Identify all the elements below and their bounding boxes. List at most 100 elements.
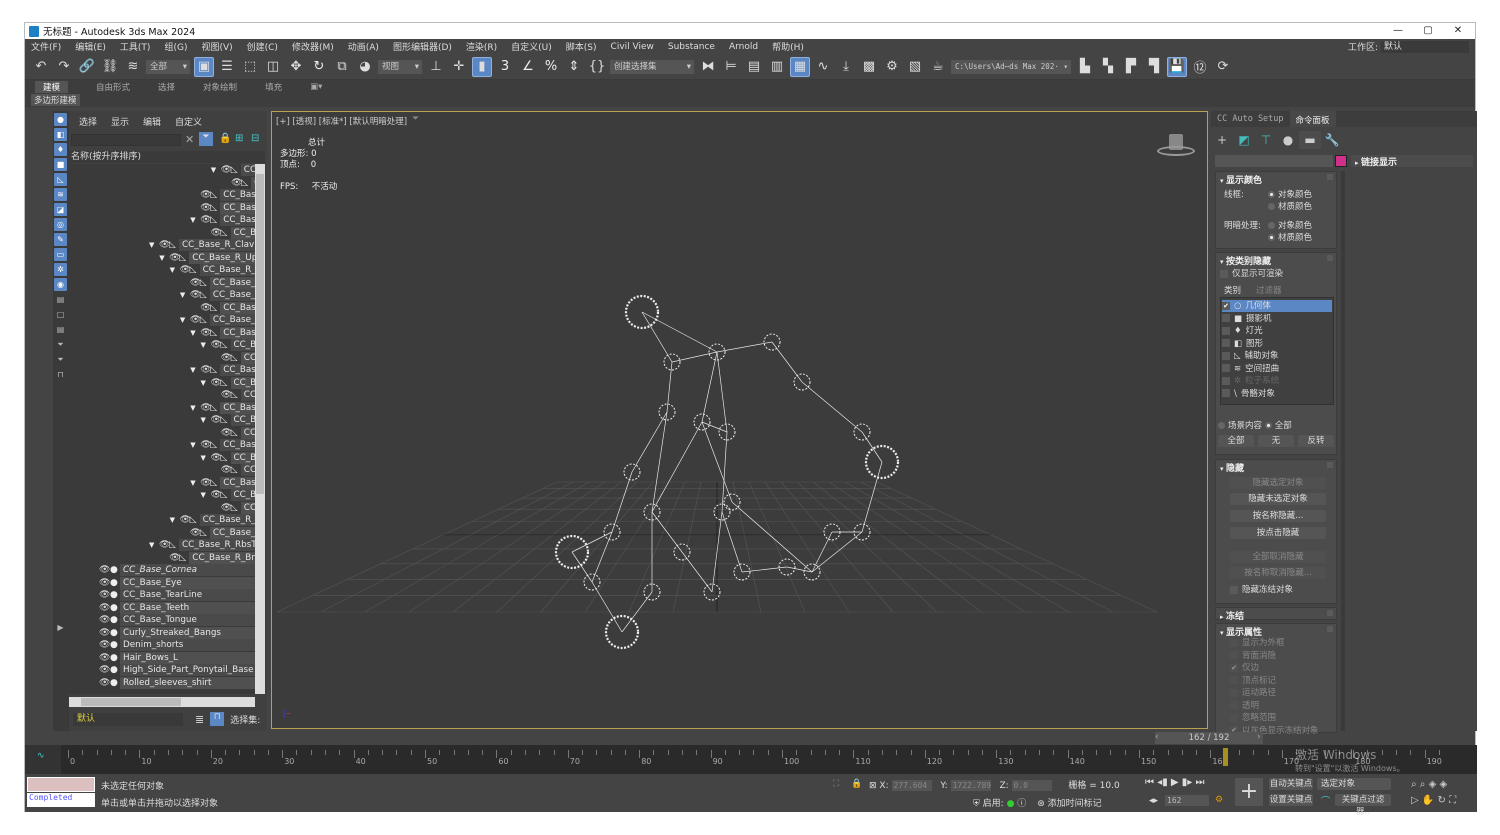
- expand-triangle-icon[interactable]: ▼: [190, 439, 195, 451]
- menu-item[interactable]: 脚本(S): [566, 40, 597, 53]
- rollout-pin-icon[interactable]: [1327, 174, 1333, 180]
- new-project-icon[interactable]: ▛: [1121, 57, 1141, 77]
- expand-triangle-icon[interactable]: ▼: [190, 364, 195, 376]
- polygon-modeling-tab[interactable]: 多边形建模: [31, 94, 80, 106]
- object-name[interactable]: High_Side_Part_Ponytail_Base: [120, 664, 255, 676]
- layers-icon[interactable]: ≣: [195, 713, 204, 726]
- object-color-swatch[interactable]: [1335, 155, 1347, 167]
- display-filter-icon[interactable]: ■: [54, 158, 67, 171]
- object-name[interactable]: CC_Base_R_Upper: [209, 526, 255, 539]
- tree-row-bone[interactable]: ▼👁◺CC_Base_R_Upperarm: [69, 251, 255, 264]
- tree-row-bone[interactable]: 👁◺CC_Base_: [69, 389, 255, 401]
- object-name[interactable]: CC_Base_R_Upperarm: [189, 251, 255, 264]
- scale-icon[interactable]: ⧉: [332, 57, 352, 77]
- menu-item[interactable]: Substance: [668, 42, 715, 52]
- frame-ruler[interactable]: 0 10 20 30 40 50 60 70 80 90 100 110 120 130 140 150 160…: [61, 745, 1477, 774]
- align-icon[interactable]: ⊨: [721, 57, 741, 77]
- tree-row-mesh[interactable]: 👁 ● Denim_shorts: [69, 639, 255, 651]
- category-checkbox[interactable]: [1222, 339, 1230, 347]
- rendered-frame-icon[interactable]: ▧: [905, 57, 925, 77]
- tab-cc-auto-setup[interactable]: CC Auto Setup: [1211, 111, 1290, 127]
- zoom-extents-icon[interactable]: ◈: [1429, 779, 1437, 790]
- hide-button[interactable]: 按点击隐藏: [1230, 527, 1326, 539]
- tree-row-bone[interactable]: 👁◺CC_Base_: [69, 426, 255, 439]
- viewport-filter-icon[interactable]: ⏷: [412, 114, 419, 124]
- object-name[interactable]: CC_Base_R_Clavicle: [179, 239, 255, 251]
- rollout-title[interactable]: 冻结: [1216, 608, 1336, 623]
- object-name[interactable]: CC_Base_R_: [230, 414, 255, 426]
- object-name[interactable]: CC_Base_R_Forearm: [199, 264, 255, 276]
- link-display-title[interactable]: 链接显示: [1351, 157, 1401, 169]
- hierarchy-icon[interactable]: ⊤: [1255, 131, 1277, 149]
- tree-row-bone[interactable]: ▼👁◺CC_Base_R_Forea: [69, 289, 255, 301]
- twelve-icon[interactable]: ⑫: [1190, 57, 1210, 77]
- object-name[interactable]: Hair_Bows_L: [120, 651, 255, 664]
- object-name[interactable]: CC_Base_Cornea: [120, 564, 255, 576]
- display-filter-icon[interactable]: ♦: [54, 143, 67, 156]
- rollout-pin-icon[interactable]: [1327, 626, 1333, 632]
- explorer-tool-icon[interactable]: ▤: [54, 323, 67, 336]
- category-checkbox[interactable]: [1222, 364, 1230, 372]
- tree-row-bone[interactable]: ▼👁◺CC_Base_R_Th: [69, 476, 255, 489]
- menu-item[interactable]: 编辑(E): [75, 40, 106, 53]
- render-setup-icon[interactable]: ⚙: [882, 57, 902, 77]
- display-property-checkbox[interactable]: 透明: [1230, 699, 1259, 711]
- bind-spacewarp-icon[interactable]: ≋: [123, 57, 143, 77]
- maximize-viewport-icon[interactable]: ⛶: [1449, 795, 1456, 806]
- vertical-scrollbar[interactable]: [255, 164, 265, 694]
- display-filter-icon[interactable]: ◺: [54, 173, 67, 186]
- project-path-dropdown[interactable]: C:\Users\Ad⋯ds Max 202·: [951, 59, 1071, 74]
- display-filter-icon[interactable]: ◎: [54, 218, 67, 231]
- explorer-tool-icon[interactable]: ⏷: [54, 338, 67, 351]
- selection-lock-icon[interactable]: 🔒: [851, 779, 862, 789]
- explorer-tool-icon[interactable]: ⊓: [54, 368, 67, 381]
- object-name[interactable]: CC_Base_R_: [230, 339, 255, 351]
- tree-row-bone[interactable]: ▼👁◺CC_Base_R_: [69, 451, 255, 464]
- tree-row-bone[interactable]: ▼👁◺CC_Base_R_Rin: [69, 439, 255, 451]
- snap-3d-icon[interactable]: 3: [495, 57, 515, 77]
- explorer-tool-icon[interactable]: ⏷: [54, 353, 67, 366]
- maximize-button[interactable]: ▢: [1413, 23, 1443, 39]
- menu-item[interactable]: 文件(F): [31, 40, 61, 53]
- zoom-icon[interactable]: ⌕: [1411, 779, 1417, 790]
- category-item[interactable]: ♦ 灯光: [1222, 325, 1332, 337]
- object-name[interactable]: CC_Base_R_: [230, 451, 255, 464]
- tree-row-bone[interactable]: ▼👁◺CC_Base_R_: [69, 489, 255, 501]
- object-name[interactable]: CC_Base_Eye: [120, 576, 255, 589]
- viewport-label-menu[interactable]: [+] [透视] [标准*] [默认明暗处理]: [276, 115, 407, 127]
- expand-triangle-icon[interactable]: ▼: [180, 289, 185, 301]
- category-item[interactable]: ◺ 辅助对象: [1222, 350, 1332, 362]
- tree-row-mesh[interactable]: 👁 ● Rolled_sleeves_shirt: [69, 676, 255, 689]
- play-icon[interactable]: ▶: [1171, 777, 1179, 788]
- create-icon[interactable]: +: [1211, 131, 1233, 149]
- expand-triangle-icon[interactable]: ▼: [190, 477, 195, 489]
- tree-row-bone[interactable]: 👁◺CC_Base_: [69, 351, 255, 364]
- hierarchy-icon[interactable]: ⊓: [210, 712, 225, 726]
- ribbon-icon[interactable]: ▦: [790, 56, 810, 77]
- panel-scrollbar[interactable]: [1341, 171, 1345, 731]
- tree-row-bone[interactable]: 👁◺CC_Bas: [69, 176, 255, 189]
- auto-key-button[interactable]: 自动关键点: [1269, 778, 1313, 790]
- display-filter-icon[interactable]: ≋: [54, 188, 67, 201]
- select-by-name-icon[interactable]: ☰: [217, 57, 237, 77]
- object-name[interactable]: CC_Base_R_RbsTwist: [179, 539, 255, 551]
- display-property-checkbox[interactable]: 背面消隐: [1230, 649, 1276, 661]
- reference-coord-dropdown[interactable]: 视图: [378, 59, 422, 74]
- set-key-button[interactable]: 设置关键点: [1269, 794, 1313, 806]
- category-invert-button[interactable]: 反转: [1298, 435, 1334, 447]
- renderable-only-checkbox[interactable]: 仅显示可渲染: [1220, 267, 1283, 279]
- scene-content-radio[interactable]: 场景内容 全部: [1218, 419, 1292, 431]
- tree-row-bone[interactable]: ▼👁◺CC_Base_R_: [69, 339, 255, 351]
- expand-tree-icon[interactable]: ⊞: [235, 133, 243, 144]
- expand-triangle-icon[interactable]: ▼: [149, 239, 154, 251]
- window-crossing-icon[interactable]: ◫: [263, 57, 283, 77]
- absolute-mode-icon[interactable]: ⊠: [869, 781, 877, 791]
- orbit-icon[interactable]: ↻: [1438, 795, 1446, 806]
- visibility-eye-icon[interactable]: 👁: [99, 627, 110, 639]
- visibility-eye-icon[interactable]: 👁: [99, 589, 110, 601]
- display-property-checkbox[interactable]: 顶点标记: [1230, 674, 1276, 686]
- project-folder-icon[interactable]: ▙: [1075, 57, 1095, 77]
- spinner-snap-icon[interactable]: ⇕: [564, 57, 584, 77]
- menu-item[interactable]: 修改器(M): [292, 40, 334, 53]
- tree-row-bone[interactable]: 👁◺CC_Base_R_Elbow: [69, 276, 255, 289]
